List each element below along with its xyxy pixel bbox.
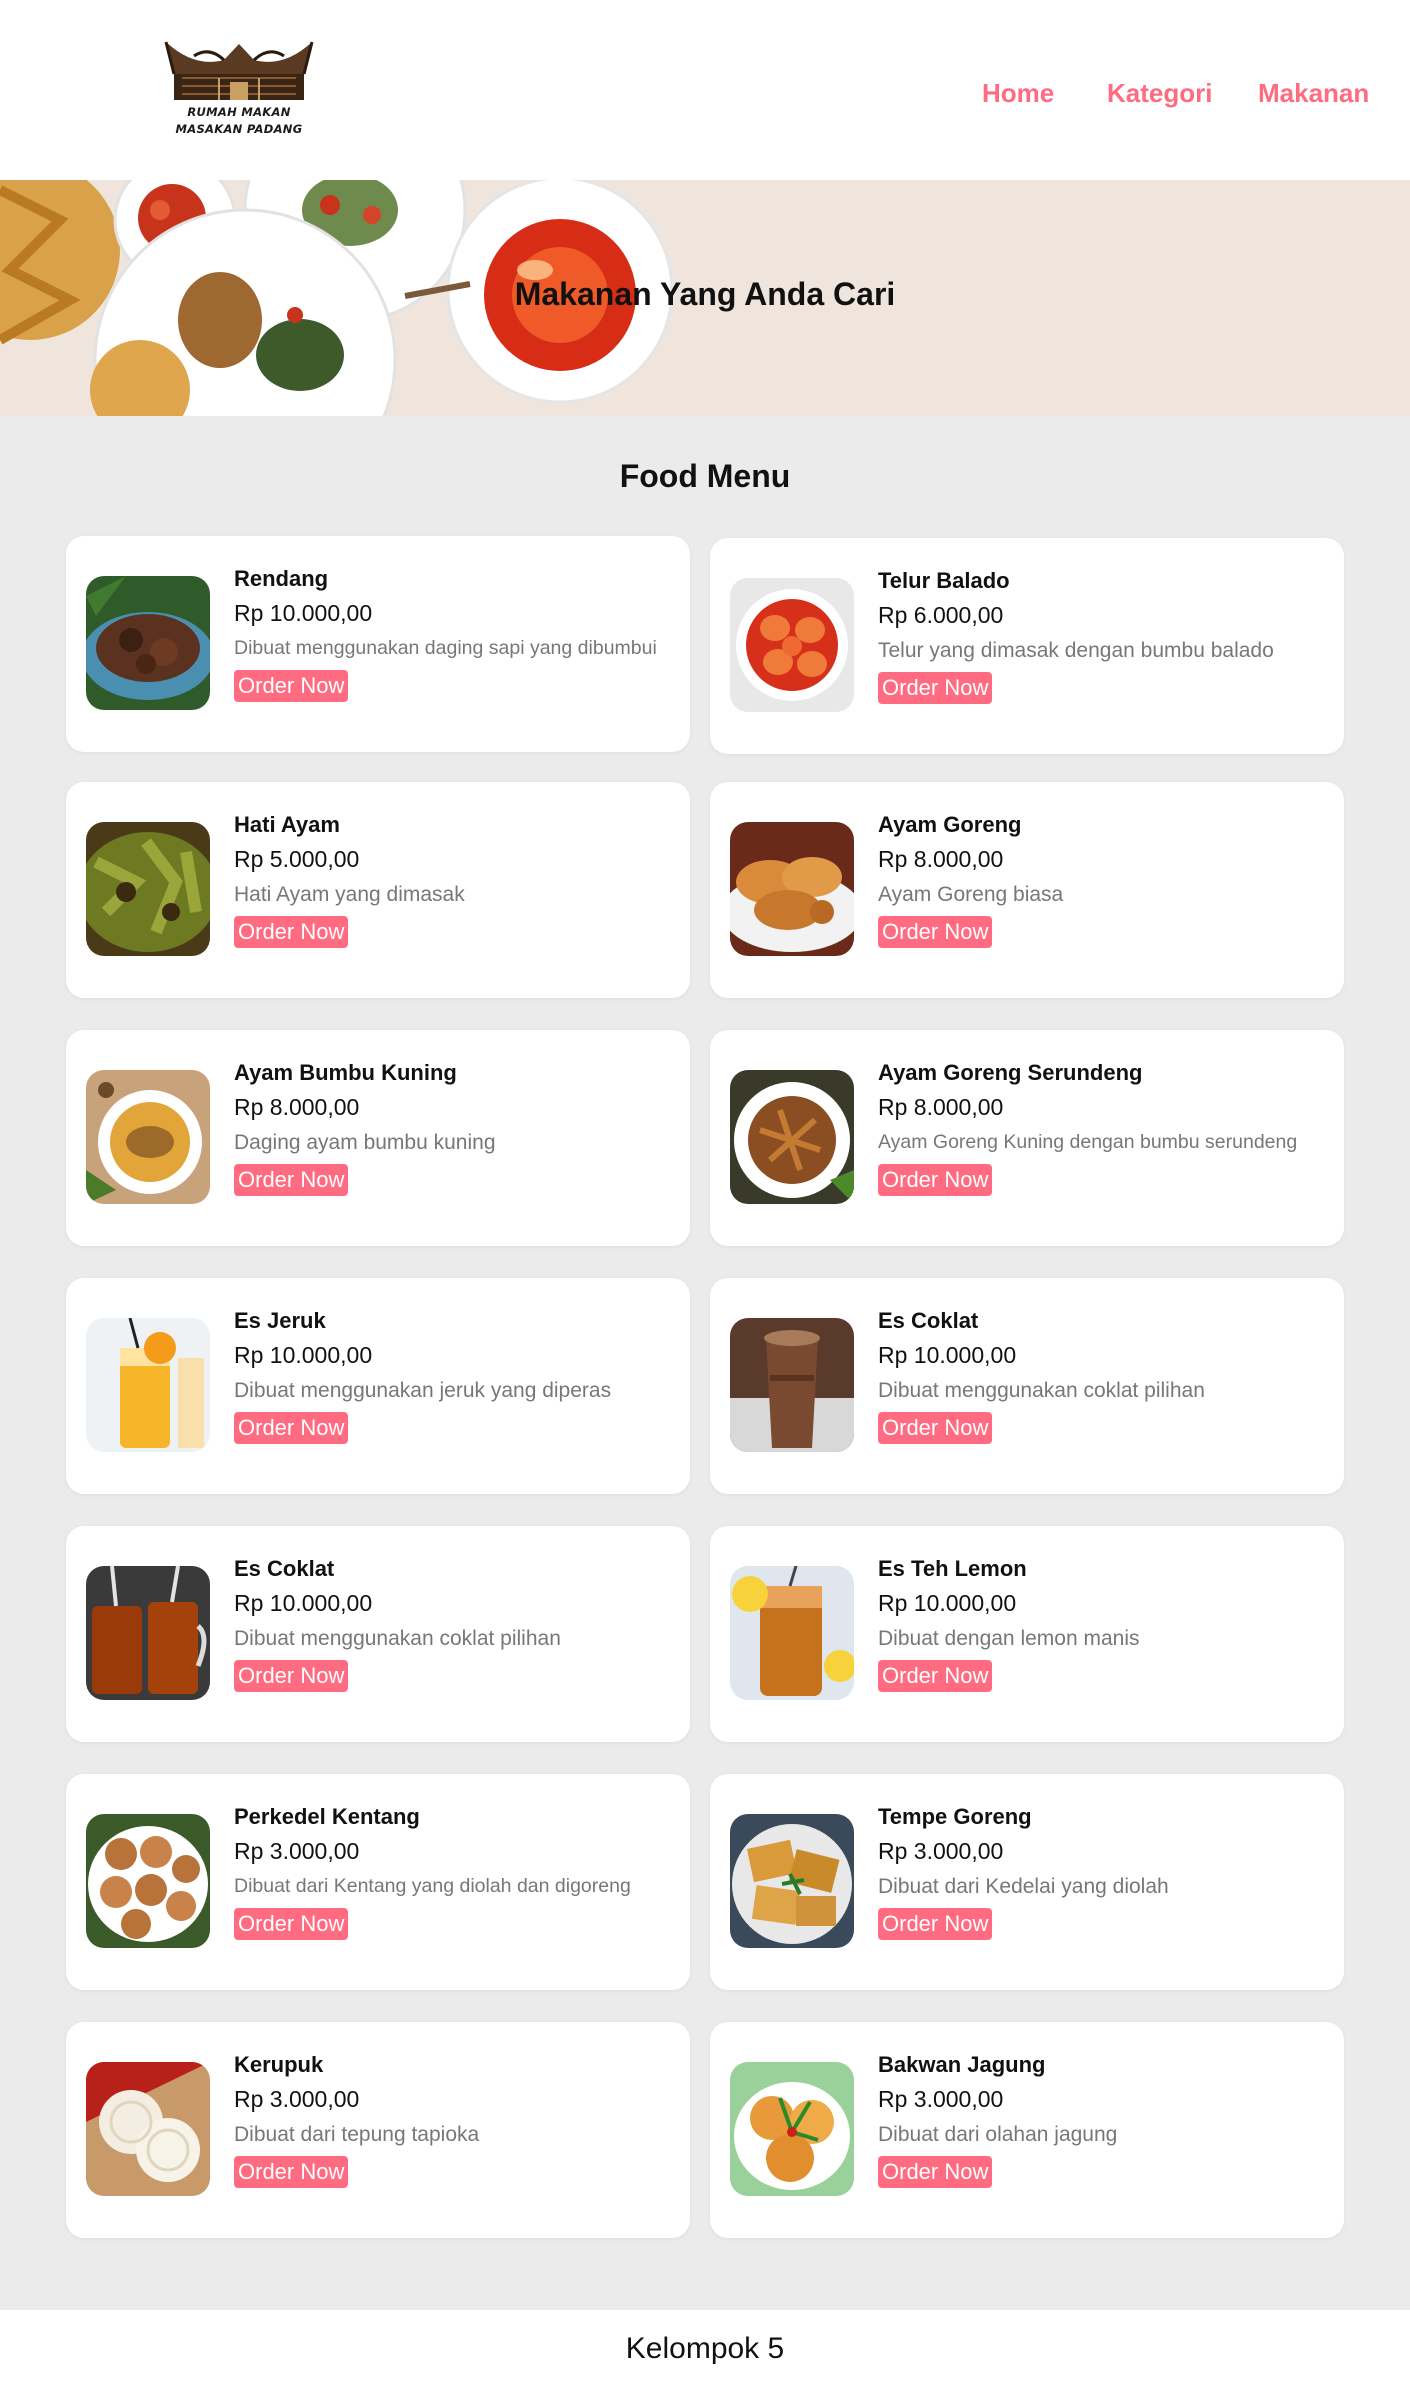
food-price: Rp 8.000,00 [878,1094,1004,1120]
food-name: Es Coklat [878,1308,979,1333]
kerupuk-photo [86,2062,210,2196]
order-now-button[interactable]: Order Now [878,672,993,704]
food-price: Rp 3.000,00 [878,1838,1004,1864]
food-price: Rp 8.000,00 [878,846,1004,872]
food-price: Rp 3.000,00 [878,2086,1004,2112]
bakwan-jagung-photo [730,2062,854,2196]
es-teh-jar-photo [86,1566,210,1700]
order-now-button[interactable]: Order Now [878,1660,993,1692]
food-card[interactable]: Bakwan Jagung Rp 3.000,00 Dibuat dari olah… [710,2022,1344,2238]
es-jeruk-photo [86,1318,210,1452]
food-price: Rp 10.000,00 [234,1590,373,1616]
food-price: Rp 3.000,00 [234,2086,360,2112]
food-description: Telur yang dimasak dengan bumbu balado [878,639,1274,662]
food-price: Rp 10.000,00 [234,600,373,626]
food-name: Ayam Goreng [878,812,1022,837]
food-name: Es Teh Lemon [878,1556,1027,1581]
food-price: Rp 10.000,00 [878,1590,1017,1616]
es-coklat-photo [730,1318,854,1452]
food-card[interactable]: Es Coklat Rp 10.000,00 Dibuat menggunakan … [710,1278,1344,1494]
food-card[interactable]: Tempe Goreng Rp 3.000,00 Dibuat dari Kedel… [710,1774,1344,1990]
food-description: Dibuat dari Kedelai yang diolah [878,1875,1169,1898]
food-description: Daging ayam bumbu kuning [234,1131,496,1154]
food-card[interactable]: Hati Ayam Rp 5.000,00 Hati Ayam yang dimas… [66,782,690,998]
footer: Kelompok 5 [0,2310,1410,2396]
food-card[interactable]: Es Teh Lemon Rp 10.000,00 Dibuat dengan le… [710,1526,1344,1742]
order-now-button[interactable]: Order Now [234,670,349,702]
food-card[interactable]: Rendang Rp 10.000,00 Dibuat menggunakan da… [66,536,690,752]
food-description: Dibuat dari olahan jagung [878,2123,1118,2146]
es-teh-lemon-photo [730,1566,854,1700]
hati-ayam-photo [86,822,210,956]
order-now-button[interactable]: Order Now [234,1908,349,1940]
food-price: Rp 6.000,00 [878,602,1004,628]
food-card[interactable]: Es Coklat Rp 10.000,00 Dibuat menggunakan … [66,1526,690,1742]
food-card[interactable]: Telur Balado Rp 6.000,00 Telur yang dimasa… [710,538,1344,754]
ayam-goreng-photo [730,822,854,956]
food-description: Dibuat dari tepung tapioka [234,2123,480,2146]
food-name: Es Coklat [234,1556,335,1581]
food-description: Dibuat dari Kentang yang diolah dan digo… [234,1875,631,1897]
food-name: Telur Balado [878,568,1010,593]
order-now-button[interactable]: Order Now [234,1660,349,1692]
food-card[interactable]: Es Jeruk Rp 10.000,00 Dibuat menggunakan j… [66,1278,690,1494]
food-description: Dibuat menggunakan coklat pilihan [234,1627,561,1650]
food-description: Ayam Goreng Kuning dengan bumbu serunden… [878,1131,1298,1153]
footer-text: Kelompok 5 [625,2332,785,2365]
food-description: Dibuat menggunakan coklat pilihan [878,1379,1205,1402]
order-now-button[interactable]: Order Now [878,2156,993,2188]
food-name: Rendang [234,566,329,591]
food-description: Ayam Goreng biasa [878,883,1064,906]
food-description: Hati Ayam yang dimasak [234,883,465,906]
food-price: Rp 3.000,00 [234,1838,360,1864]
order-now-button[interactable]: Order Now [878,1908,993,1940]
food-description: Dibuat dengan lemon manis [878,1627,1140,1650]
food-description: Dibuat menggunakan daging sapi yang dibu… [234,637,657,659]
food-card[interactable]: Ayam Bumbu Kuning Rp 8.000,00 Daging ayam … [66,1030,690,1246]
order-now-button[interactable]: Order Now [234,1412,349,1444]
order-now-button[interactable]: Order Now [878,1412,993,1444]
food-name: Bakwan Jagung [878,2052,1046,2077]
order-now-button[interactable]: Order Now [234,1164,349,1196]
food-card[interactable]: Perkedel Kentang Rp 3.000,00 Dibuat dari K… [66,1774,690,1990]
food-menu-grid: Rendang Rp 10.000,00 Dibuat menggunakan da… [0,0,1410,2300]
food-card[interactable]: Ayam Goreng Serundeng Rp 8.000,00 Ayam Gor… [710,1030,1344,1246]
ayam-bumbu-kuning-photo [86,1070,210,1204]
food-name: Ayam Bumbu Kuning [234,1060,457,1085]
ayam-serundeng-photo [730,1070,854,1204]
telur-balado-photo [730,578,854,712]
food-price: Rp 5.000,00 [234,846,360,872]
food-name: Ayam Goreng Serundeng [878,1060,1143,1085]
food-card[interactable]: Kerupuk Rp 3.000,00 Dibuat dari tepung tap… [66,2022,690,2238]
perkedel-photo [86,1814,210,1948]
order-now-button[interactable]: Order Now [878,916,993,948]
food-price: Rp 10.000,00 [234,1342,373,1368]
order-now-button[interactable]: Order Now [234,2156,349,2188]
food-name: Kerupuk [234,2052,324,2077]
food-price: Rp 10.000,00 [878,1342,1017,1368]
food-name: Hati Ayam [234,812,340,837]
food-price: Rp 8.000,00 [234,1094,360,1120]
order-now-button[interactable]: Order Now [234,916,349,948]
food-name: Perkedel Kentang [234,1804,420,1829]
tempe-goreng-photo [730,1814,854,1948]
rendang-photo [86,576,210,710]
food-description: Dibuat menggunakan jeruk yang diperas [234,1379,612,1402]
food-name: Tempe Goreng [878,1804,1032,1829]
food-name: Es Jeruk [234,1308,326,1333]
order-now-button[interactable]: Order Now [878,1164,993,1196]
food-card[interactable]: Ayam Goreng Rp 8.000,00 Ayam Goreng biasa O… [710,782,1344,998]
